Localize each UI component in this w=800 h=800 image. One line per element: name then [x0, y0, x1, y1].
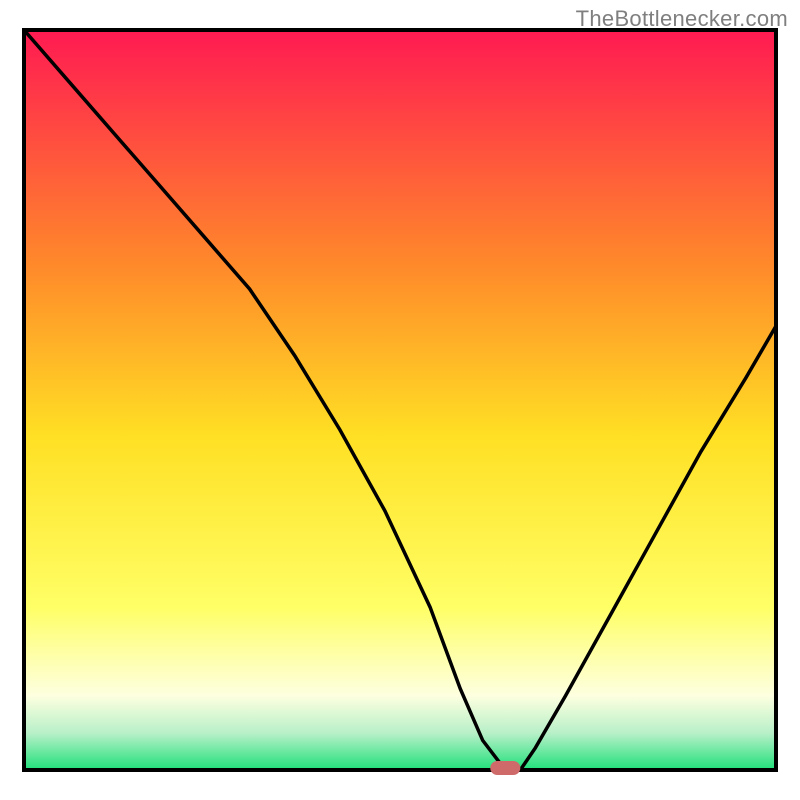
gradient-background: [24, 30, 776, 770]
bottleneck-chart: [0, 0, 800, 800]
chart-container: TheBottlenecker.com: [0, 0, 800, 800]
optimum-marker: [490, 761, 520, 775]
